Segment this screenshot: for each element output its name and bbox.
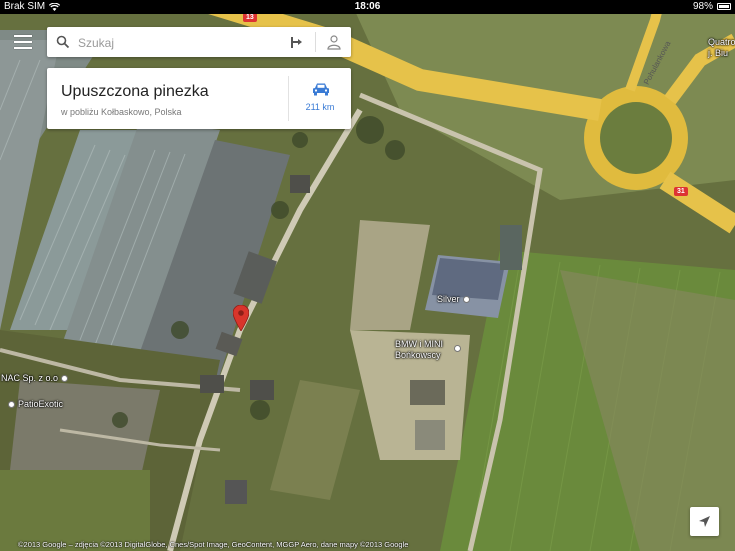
edge-label-2: j. Biu <box>708 48 729 58</box>
place-card[interactable]: Upuszczona pinezka w pobliżu Kołbaskowo,… <box>47 68 351 129</box>
search-icon <box>56 35 70 49</box>
poi-nac-text: NAC Sp. z o.o <box>1 373 59 383</box>
menu-icon[interactable] <box>14 35 32 49</box>
car-dealer-icon <box>462 296 470 304</box>
map-copyright: ©2013 Google – zdjęcia ©2013 DigitalGlob… <box>18 540 409 549</box>
search-input[interactable] <box>76 32 300 54</box>
poi-marker-icon <box>61 375 69 383</box>
poi-bmw-line1: BMW i MINI <box>395 339 443 349</box>
account-icon[interactable] <box>326 34 342 50</box>
car-icon <box>313 83 329 96</box>
poi-patio-text: PatioExotic <box>18 399 64 409</box>
drive-route-button[interactable]: 211 km <box>289 68 351 129</box>
clock: 18:06 <box>354 1 381 12</box>
edge-label-1: Quatro <box>708 37 735 47</box>
search-divider <box>315 32 316 52</box>
car-dealer-icon <box>453 345 461 353</box>
poi-silver-text: Silver <box>437 294 460 304</box>
search-bar[interactable] <box>47 27 351 57</box>
edge-label-top-right: Quatro j. Biu <box>708 37 735 59</box>
directions-icon[interactable] <box>289 34 305 50</box>
red-map-pin-icon[interactable] <box>233 305 249 331</box>
route-distance: 211 km <box>305 102 335 112</box>
place-subtitle: w pobliżu Kołbaskowo, Polska <box>61 107 182 117</box>
poi-label-patio[interactable]: PatioExotic <box>8 399 63 409</box>
road-shield-31: 31 <box>674 187 688 196</box>
battery-icon <box>717 3 731 10</box>
status-bar: Brak SIM 18:06 98% <box>0 0 735 14</box>
my-location-button[interactable] <box>690 507 719 536</box>
poi-label-bmw[interactable]: BMW i MINI Bońkowscy <box>395 339 461 361</box>
battery-percent: 98% <box>692 1 713 12</box>
road-shield-13: 13 <box>243 13 257 22</box>
poi-label-silver[interactable]: Silver <box>437 294 470 304</box>
place-title: Upuszczona pinezka <box>61 83 209 100</box>
poi-label-nac[interactable]: NAC Sp. z o.o <box>1 373 69 383</box>
location-arrow-icon <box>699 516 710 527</box>
poi-marker-icon <box>8 401 15 409</box>
poi-bmw-line2: Bońkowscy <box>395 350 441 360</box>
